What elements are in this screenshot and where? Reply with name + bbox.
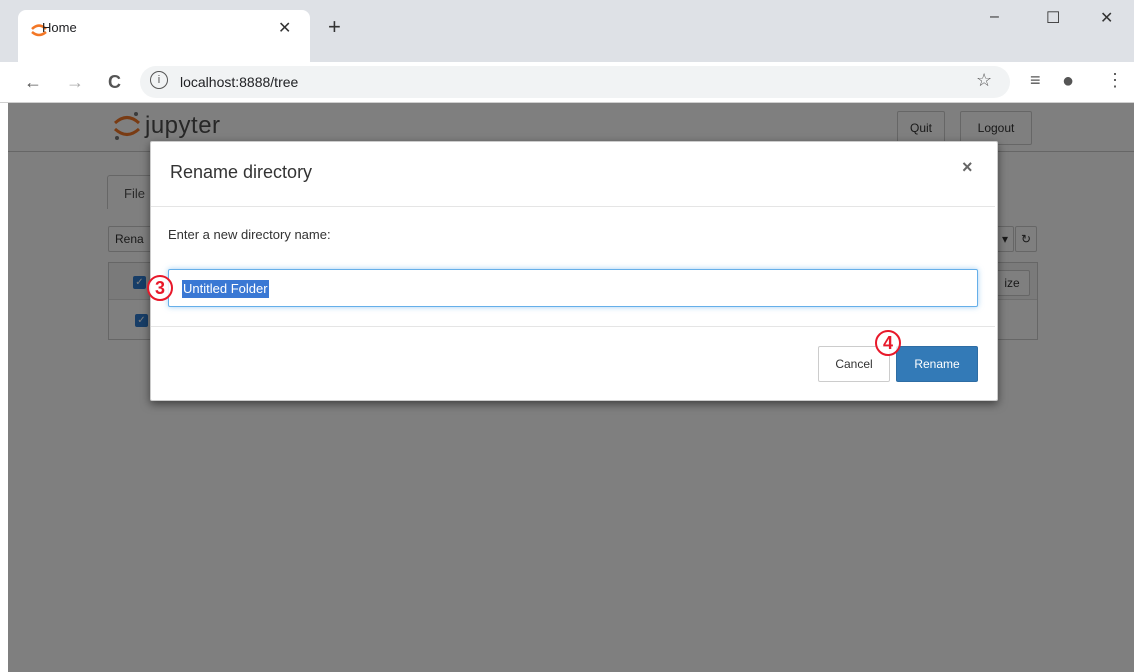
- dialog-header-divider: [151, 206, 995, 207]
- tab-title: Home: [42, 20, 77, 35]
- dialog-footer-divider: [151, 326, 995, 327]
- maximize-icon[interactable]: ☐: [1046, 8, 1060, 28]
- menu-icon[interactable]: ⋮: [1106, 70, 1124, 91]
- dialog-label: Enter a new directory name:: [168, 227, 331, 242]
- dialog-close-icon[interactable]: ×: [962, 157, 973, 178]
- directory-name-value[interactable]: Untitled Folder: [182, 280, 269, 298]
- tab-close-icon[interactable]: ✕: [278, 18, 291, 38]
- minimize-icon[interactable]: –: [990, 8, 999, 26]
- reload-icon[interactable]: C: [108, 72, 121, 93]
- rename-button[interactable]: Rename: [896, 346, 978, 382]
- step-4-marker: 4: [875, 330, 901, 356]
- back-icon[interactable]: ←: [24, 72, 42, 93]
- bookmark-star-icon[interactable]: ☆: [976, 70, 992, 91]
- url-text[interactable]: localhost:8888/tree: [180, 74, 298, 90]
- dialog-title: Rename directory: [170, 162, 313, 182]
- step-3-marker: 3: [147, 275, 173, 301]
- browser-tab-home[interactable]: [18, 10, 310, 62]
- close-window-icon[interactable]: ✕: [1100, 8, 1113, 28]
- media-control-icon[interactable]: ≡: [1030, 70, 1041, 91]
- account-icon[interactable]: ●: [1062, 70, 1074, 93]
- forward-icon[interactable]: →: [66, 72, 84, 93]
- directory-name-input[interactable]: [168, 269, 978, 307]
- new-tab-button[interactable]: +: [328, 16, 341, 38]
- site-info-icon[interactable]: i: [150, 71, 168, 89]
